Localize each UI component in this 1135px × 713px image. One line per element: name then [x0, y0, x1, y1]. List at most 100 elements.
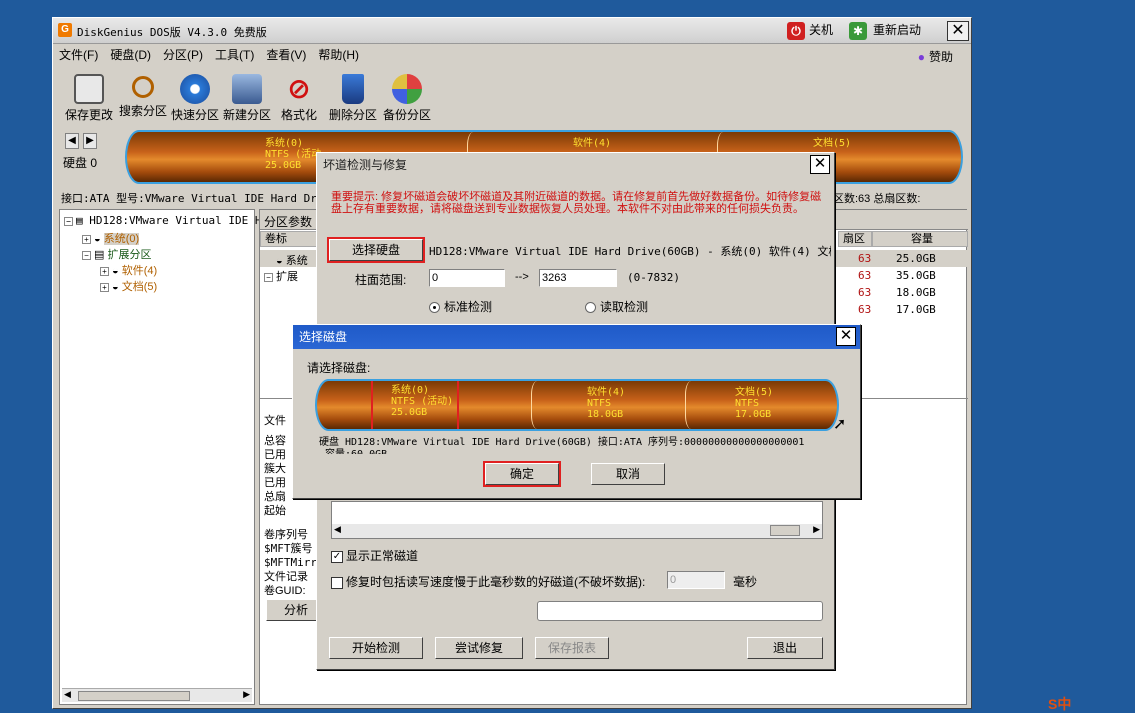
seg-doc-name: 文档(5) [813, 138, 852, 149]
tree-soft-label: 软件(4) [121, 265, 158, 277]
repair-slow-checkbox[interactable]: 修复时包括读写速度慢于此毫秒数的好磁道(不破坏数据): [331, 573, 645, 590]
cancel-button[interactable]: 取消 [591, 463, 665, 485]
scroll-thumb[interactable] [78, 691, 190, 701]
select-seg-soft[interactable]: 软件(4) NTFS 18.0GB [587, 381, 677, 429]
menu-disk[interactable]: 硬盘(D) [104, 44, 157, 66]
select-disk-close-button[interactable]: ✕ [836, 327, 856, 346]
seg-system-name: 系统(0) [265, 138, 304, 149]
menu-help[interactable]: 帮助(H) [312, 44, 365, 66]
col-size[interactable]: 容量 [872, 231, 968, 247]
extended-icon: ▤ [94, 249, 105, 261]
new-partition-button[interactable]: 新建分区 [219, 68, 275, 123]
tree-disk[interactable]: − ▤ HD128:VMware Virtual IDE H: [64, 214, 268, 227]
backup-partition-button[interactable]: 备份分区 [379, 68, 435, 123]
shutdown-button[interactable]: ⏻ 关机 [787, 21, 833, 41]
hdd-icon: ▤ [76, 214, 83, 227]
tree-doc[interactable]: + ◒ 文档(5) [100, 278, 157, 294]
ok-button[interactable]: 确定 [483, 461, 561, 487]
format-icon: ⊘ [287, 73, 311, 104]
format-button[interactable]: ⊘ 格式化 [271, 68, 327, 123]
quick-label: 快速分区 [170, 108, 219, 122]
cylinder-from-input[interactable]: 0 [429, 269, 505, 287]
cylinder-to-input[interactable]: 3263 [539, 269, 617, 287]
select-disk-button[interactable]: 选择硬盘 [327, 237, 425, 263]
radio-checked-icon [429, 302, 440, 314]
window-title: DiskGenius DOS版 V4.3.0 免费版 [77, 26, 267, 39]
scroll-thumb[interactable] [770, 525, 800, 536]
bad-track-close-button[interactable]: ✕ [810, 155, 830, 174]
sponsor-dot-icon: ● [917, 50, 925, 64]
menu-view[interactable]: 查看(V) [260, 44, 312, 66]
disk-nav: ◀ ▶ [65, 132, 97, 149]
menu-partition[interactable]: 分区(P) [157, 44, 209, 66]
menu-tools[interactable]: 工具(T) [209, 44, 260, 66]
delete-partition-button[interactable]: 删除分区 [325, 68, 381, 123]
save-icon [74, 74, 104, 104]
restart-icon: ✱ [849, 21, 867, 40]
cell-size: 17.0GB [896, 303, 936, 316]
start-check-button[interactable]: 开始检测 [329, 637, 423, 659]
select-disk-info: 硬盘 HD128:VMware Virtual IDE Hard Drive(6… [319, 437, 805, 448]
collapse-icon[interactable]: − [82, 251, 91, 260]
select-seg-doc[interactable]: 文档(5) NTFS 17.0GB [735, 381, 825, 429]
scroll-left-icon[interactable]: ◀ [64, 689, 71, 700]
sel-soft-fs: NTFS [587, 398, 612, 409]
expand-icon[interactable]: + [100, 267, 109, 276]
track-hscroll[interactable]: ◀ ▶ [332, 524, 822, 538]
sel-doc-fs: NTFS [735, 398, 760, 409]
scroll-right-icon[interactable]: ▶ [243, 689, 250, 700]
cell-sector: 63 [858, 286, 872, 299]
backup-icon [392, 74, 422, 104]
read-check-radio[interactable]: 读取检测 [585, 298, 648, 315]
sponsor-link[interactable]: ● 赞助 [918, 48, 953, 65]
close-window-button[interactable]: ✕ [947, 21, 969, 41]
expand-icon[interactable]: + [82, 235, 91, 244]
menu-file[interactable]: 文件(F) [53, 44, 104, 66]
progress-bar [537, 601, 823, 621]
sel-doc-name: 文档(5) [735, 387, 774, 398]
tree-system[interactable]: + ◒ 系统(0) [82, 230, 140, 246]
ime-indicator[interactable]: S中 [1048, 694, 1071, 713]
tab-partition-params[interactable]: 分区参数 [264, 213, 312, 230]
restart-button[interactable]: ✱ 重新启动 [849, 21, 921, 41]
show-normal-label: 显示正常磁道 [346, 549, 419, 563]
col-label[interactable]: 卷标 [260, 231, 320, 247]
restart-label: 重新启动 [873, 23, 922, 37]
prev-disk-button[interactable]: ◀ [65, 133, 79, 149]
search-partition-button[interactable]: 搜索分区 [115, 68, 171, 119]
select-seg-system[interactable]: 系统(0) NTFS (活动) 25.0GB [371, 381, 459, 429]
tree-soft[interactable]: + ◒ 软件(4) [100, 262, 157, 278]
ms-unit-label: 毫秒 [733, 575, 758, 589]
partition-icon: ◒ [94, 233, 101, 245]
show-normal-checkbox[interactable]: ✓ 显示正常磁道 [331, 547, 418, 564]
ms-threshold-input[interactable]: 0 [667, 571, 725, 589]
search-label: 搜索分区 [118, 104, 167, 118]
tree-extended[interactable]: − ▤ 扩展分区 [82, 246, 151, 262]
col-sector[interactable]: 扇区 [838, 231, 872, 247]
seg-soft-name: 软件(4) [573, 138, 612, 149]
tree-hscroll[interactable]: ◀ ▶ [62, 688, 252, 702]
checkbox-unchecked-icon [331, 576, 343, 589]
save-report-button[interactable]: 保存报表 [535, 637, 609, 659]
delete-label: 删除分区 [328, 108, 377, 122]
title-bar: G DiskGenius DOS版 V4.3.0 免费版 ⏻ 关机 ✱ 重新启动 ✕ [53, 18, 971, 44]
collapse-icon[interactable]: − [64, 217, 73, 226]
next-disk-button[interactable]: ▶ [83, 133, 97, 149]
expand-icon[interactable]: + [100, 283, 109, 292]
menu-bar: 文件(F) 硬盘(D) 分区(P) 工具(T) 查看(V) 帮助(H) ● 赞助 [53, 44, 971, 66]
disk-cylinder-select[interactable]: 系统(0) NTFS (活动) 25.0GB 软件(4) NTFS 18.0GB… [315, 379, 839, 431]
try-repair-button[interactable]: 尝试修复 [435, 637, 523, 659]
quick-partition-button[interactable]: 快速分区 [167, 68, 223, 123]
save-changes-button[interactable]: 保存更改 [61, 68, 117, 123]
seg-divider [685, 381, 697, 429]
disk-tree: − ▤ HD128:VMware Virtual IDE H: + ◒ 系统(0) … [59, 209, 268, 705]
exit-button[interactable]: 退出 [747, 637, 823, 659]
row-system-label: ◒ 系统 [276, 255, 308, 267]
standard-check-radio[interactable]: 标准检测 [429, 298, 492, 315]
partition-icon: ◒ [276, 255, 283, 267]
scroll-right-icon[interactable]: ▶ [813, 524, 820, 535]
scroll-left-icon[interactable]: ◀ [334, 524, 341, 535]
checkbox-checked-icon: ✓ [331, 550, 343, 563]
collapse-icon[interactable]: − [264, 273, 273, 282]
sel-soft-size: 18.0GB [587, 409, 624, 420]
